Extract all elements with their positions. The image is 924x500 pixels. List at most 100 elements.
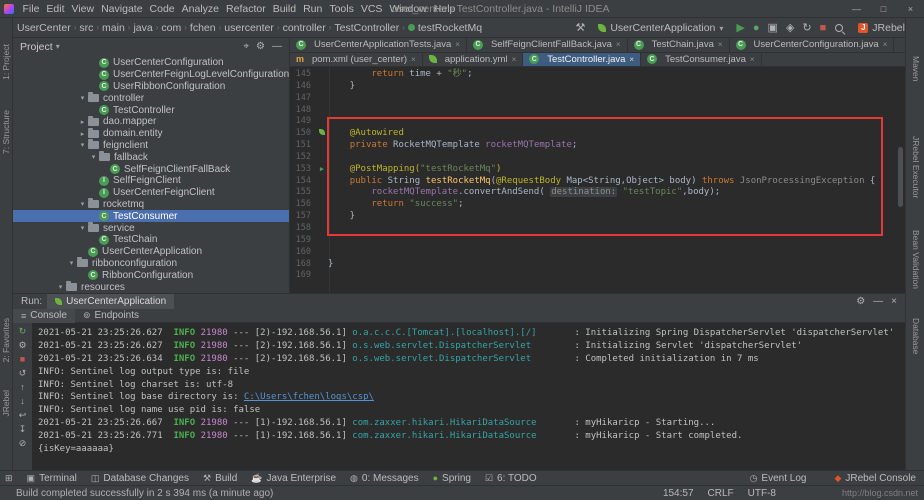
toolwindow-button-6-todo[interactable]: ☑ 6: TODO — [485, 473, 537, 484]
tab-testconsumer-java[interactable]: C TestConsumer.java × — [641, 52, 762, 66]
view-tab-endpoints[interactable]: ⊚ Endpoints — [75, 309, 147, 323]
tree-expander[interactable]: ▾ — [77, 94, 88, 102]
menu-navigate[interactable]: Navigate — [98, 2, 146, 16]
tree-item-testchain[interactable]: C TestChain — [13, 234, 289, 246]
close-icon[interactable]: × — [455, 40, 460, 49]
menu-build[interactable]: Build — [269, 2, 299, 16]
toolwindow-button-database-changes[interactable]: ◫ Database Changes — [91, 473, 189, 484]
tree-item-ribbonconfiguration[interactable]: C RibbonConfiguration — [13, 269, 289, 281]
search-icon[interactable] — [834, 23, 845, 34]
hide-icon[interactable]: — — [272, 41, 282, 52]
locate-icon[interactable]: ⌖ — [243, 41, 249, 52]
toolwindow-button-terminal[interactable]: ▣ Terminal — [27, 473, 77, 484]
tab-application-yml[interactable]: application.yml × — [423, 52, 524, 66]
tab-selffeignclientfallback-java[interactable]: C SelfFeignClientFallBack.java × — [467, 38, 628, 52]
tree-expander[interactable]: ▾ — [77, 141, 88, 149]
tool-button-7-structure[interactable]: 7: Structure — [1, 110, 11, 154]
editor-scrollbar[interactable] — [898, 147, 903, 207]
close-icon[interactable]: × — [629, 55, 634, 64]
down-stack-icon[interactable]: ↓ — [20, 396, 25, 406]
code-editor[interactable]: 145 return time + "秒"; 146 } 147 148 149 150 … — [290, 67, 905, 293]
tree-expander[interactable]: ▾ — [88, 153, 99, 161]
profiler-button[interactable]: ◈ — [786, 18, 794, 38]
breadcrumb-testcontroller[interactable]: TestController — [332, 22, 401, 34]
line-ending[interactable]: CRLF — [708, 488, 734, 499]
maximize-button[interactable]: □ — [870, 0, 897, 18]
tree-expander[interactable]: ▾ — [55, 283, 66, 291]
tree-item-usercenterfeignclient[interactable]: I UserCenterFeignClient — [13, 187, 289, 199]
breadcrumb-fchen[interactable]: fchen — [188, 22, 218, 34]
run-tab[interactable]: UserCenterApplication — [47, 294, 175, 309]
run-button[interactable]: ▶ — [736, 18, 744, 38]
tab-pom-xml-user-center[interactable]: m pom.xml (user_center) × — [290, 52, 423, 66]
tool-button-2-favorites[interactable]: 2: Favorites — [1, 318, 11, 362]
close-icon[interactable]: × — [616, 40, 621, 49]
breadcrumb-testrocketmq[interactable]: testRocketMq — [406, 22, 484, 34]
tree-item-testconsumer[interactable]: C TestConsumer — [13, 210, 289, 223]
tree-expander[interactable]: ▾ — [66, 259, 77, 267]
menu-vcs[interactable]: VCS — [357, 2, 386, 16]
rerun-icon[interactable]: ↻ — [19, 326, 27, 336]
coverage-button[interactable]: ▣ — [768, 18, 778, 38]
toolwindow-button-java-enterprise[interactable]: ☕ Java Enterprise — [251, 473, 336, 484]
tool-button-bean-validation[interactable]: Bean Validation — [911, 230, 921, 289]
tree-expander[interactable]: ▾ — [77, 224, 88, 232]
debug-button[interactable]: ● — [753, 18, 760, 38]
tree-expander[interactable]: ▸ — [77, 130, 88, 138]
tree-item-service[interactable]: ▾ service — [13, 222, 289, 234]
close-icon[interactable]: × — [718, 40, 723, 49]
close-icon[interactable]: × — [891, 296, 897, 307]
caret-position[interactable]: 154:57 — [663, 488, 694, 499]
stop-icon[interactable]: ■ — [20, 354, 25, 364]
project-panel-title[interactable]: Project — [20, 41, 53, 53]
encoding[interactable]: UTF-8 — [748, 488, 776, 499]
tree-item-selffeignclient[interactable]: I SelfFeignClient — [13, 175, 289, 187]
toolwindow-button-build[interactable]: ⚒ Build — [203, 473, 237, 484]
tab-usercenterconfiguration-java[interactable]: C UserCenterConfiguration.java × — [730, 38, 895, 52]
tree-item-usercenterapplication[interactable]: C UserCenterApplication — [13, 246, 289, 258]
rerun-button[interactable]: ↻ — [802, 18, 811, 38]
breadcrumb-main[interactable]: main — [100, 22, 127, 34]
console-output[interactable]: 2021-05-21 23:25:26.627 INFO 21980 --- [… — [32, 323, 905, 470]
stop-button[interactable]: ■ — [820, 18, 827, 38]
clear-icon[interactable]: ⊘ — [19, 438, 27, 448]
tool-button-database[interactable]: Database — [911, 318, 921, 354]
tree-item-dao-mapper[interactable]: ▸ dao.mapper — [13, 115, 289, 128]
settings-icon[interactable]: ⚙ — [18, 340, 26, 350]
toolwindow-button-0-messages[interactable]: ◍ 0: Messages — [350, 473, 419, 484]
breadcrumb-src[interactable]: src — [77, 22, 95, 34]
tree-item-fallback[interactable]: ▾ fallback — [13, 151, 289, 163]
menu-refactor[interactable]: Refactor — [223, 2, 270, 16]
run-config-selector[interactable]: UserCenterApplication ▾ — [593, 21, 728, 35]
breadcrumb-controller[interactable]: controller — [281, 22, 328, 34]
settings-icon[interactable]: ⚙ — [256, 41, 265, 52]
close-icon[interactable]: × — [512, 55, 517, 64]
build-icon[interactable]: ⚒ — [575, 18, 585, 38]
tree-item-resources[interactable]: ▾ resources — [13, 281, 289, 293]
menu-file[interactable]: File — [19, 2, 43, 16]
tool-button-maven[interactable]: Maven — [911, 56, 921, 82]
toolwindow-button-to-olwindow-switcher[interactable]: ⊞ — [5, 473, 13, 484]
tree-item-ribbonconfiguration[interactable]: ▾ ribbonconfiguration — [13, 257, 289, 270]
scroll-end-icon[interactable]: ↧ — [19, 424, 27, 434]
soft-wrap-icon[interactable]: ↩ — [19, 410, 27, 420]
tree-item-domain-entity[interactable]: ▸ domain.entity — [13, 127, 289, 140]
tree-item-selffeignclientfallback[interactable]: C SelfFeignClientFallBack — [13, 163, 289, 175]
toolwindow-button-jrebel-console[interactable]: ◆ JRebel Console — [834, 473, 916, 484]
view-tab-console[interactable]: ≡ Console — [13, 308, 75, 323]
close-icon[interactable]: × — [411, 55, 416, 64]
breadcrumb-usercenter[interactable]: usercenter — [222, 22, 276, 34]
tool-button-jrebel[interactable]: JRebel — [1, 390, 11, 416]
toolwindow-button-event-log[interactable]: ◷ Event Log — [750, 473, 807, 484]
tree-item-feignclient[interactable]: ▾ feignclient — [13, 139, 289, 152]
settings-icon[interactable]: ⚙ — [856, 296, 865, 307]
tree-item-testcontroller[interactable]: C TestController — [13, 104, 289, 116]
tab-testcontroller-java[interactable]: C TestController.java × — [523, 52, 642, 66]
tool-button-1-project[interactable]: 1: Project — [1, 44, 11, 80]
tree-item-usercenterconfiguration[interactable]: C UserCenterConfiguration — [13, 57, 289, 69]
restart-icon[interactable]: ↺ — [19, 368, 27, 378]
tree-item-controller[interactable]: ▾ controller — [13, 92, 289, 104]
minimize-icon[interactable]: — — [873, 296, 883, 307]
menu-tools[interactable]: Tools — [326, 2, 358, 16]
breadcrumb-usercenter[interactable]: UserCenter — [15, 22, 73, 34]
